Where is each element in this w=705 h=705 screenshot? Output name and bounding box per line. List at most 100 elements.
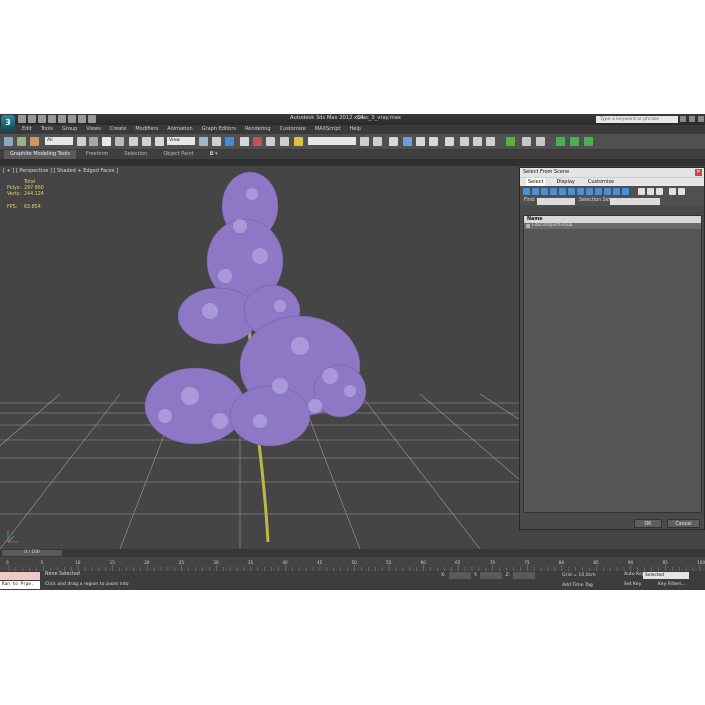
named-selection-dropdown[interactable]	[308, 137, 356, 145]
render-button[interactable]	[486, 137, 495, 146]
sort-icon[interactable]	[678, 188, 685, 195]
time-slider[interactable]: 0 / 100	[0, 549, 705, 557]
curve-editor-button[interactable]	[416, 137, 425, 146]
tab-graphite-modeling-tools[interactable]: Graphite Modeling Tools	[4, 150, 77, 159]
menu-customize[interactable]: Customize	[280, 125, 306, 134]
filter-icon[interactable]	[669, 188, 676, 195]
new-file-icon[interactable]	[18, 115, 26, 123]
display-geometry-icon[interactable]	[523, 188, 530, 195]
menu-maxscript[interactable]: MAXScript	[315, 125, 341, 134]
redo-icon[interactable]	[58, 115, 66, 123]
select-link-button[interactable]	[17, 137, 26, 146]
selection-set-dropdown[interactable]	[610, 198, 660, 205]
menu-animation[interactable]: Animation	[167, 125, 193, 134]
menu-edit[interactable]: Edit	[22, 125, 32, 134]
hold-icon[interactable]	[68, 115, 76, 123]
auto-key-mode-dropdown[interactable]: Selected	[643, 572, 689, 579]
pivot-center-button[interactable]	[199, 137, 208, 146]
rect-selection-button[interactable]	[102, 137, 111, 146]
percent-snap-button[interactable]	[266, 137, 275, 146]
maxscript-output[interactable]: Ran to Prpe.	[0, 581, 40, 589]
dialog-menu-select[interactable]: Select	[526, 178, 546, 186]
menu-modifiers[interactable]: Modifiers	[135, 125, 158, 134]
snaps-toggle-button[interactable]	[240, 137, 249, 146]
rendered-frame-button[interactable]	[473, 137, 482, 146]
y-field[interactable]	[480, 572, 503, 579]
plugin-button-2[interactable]	[536, 137, 545, 146]
dropdown-icon[interactable]	[88, 115, 96, 123]
display-lights-icon[interactable]	[541, 188, 548, 195]
select-object-button[interactable]	[77, 137, 86, 146]
display-xrefs-icon[interactable]	[586, 188, 593, 195]
maxscript-listener[interactable]	[0, 572, 40, 580]
display-spacewarps-icon[interactable]	[568, 188, 575, 195]
display-invert-icon[interactable]	[656, 188, 663, 195]
list-item[interactable]: Lilac3ObjectGroup	[524, 223, 701, 229]
display-containers-icon[interactable]	[604, 188, 611, 195]
align-button[interactable]	[373, 137, 382, 146]
angle-snap-button[interactable]	[253, 137, 262, 146]
menu-rendering[interactable]: Rendering	[245, 125, 271, 134]
plugin-button-3[interactable]	[556, 137, 565, 146]
move-button[interactable]	[129, 137, 138, 146]
display-groups-icon[interactable]	[577, 188, 584, 195]
edit-named-selection-button[interactable]	[294, 137, 303, 146]
graphite-toggle-button[interactable]	[403, 137, 412, 146]
search-input[interactable]: Type a keyword or phrase	[596, 116, 678, 123]
track-bar[interactable]: 0 5 10 15 20 25 30 35 40 45 50 55 60 65 70 75 80 85 90 95 10…	[0, 557, 705, 571]
display-none-icon[interactable]	[647, 188, 654, 195]
add-time-tag[interactable]: Add Time Tag	[562, 583, 593, 588]
auto-key-button[interactable]: Auto Key	[624, 572, 644, 577]
star-icon[interactable]	[689, 116, 695, 122]
open-file-icon[interactable]	[28, 115, 36, 123]
vray-button[interactable]	[506, 137, 515, 146]
tab-object-paint[interactable]: Object Paint	[157, 150, 199, 159]
ribbon-toggle-icon[interactable]: ◘ ▾	[204, 150, 224, 159]
dialog-title-bar[interactable]: Select From Scene ✕	[520, 168, 704, 177]
plugin-button-4[interactable]	[570, 137, 579, 146]
help-icon[interactable]	[698, 116, 704, 122]
menu-views[interactable]: Views	[86, 125, 100, 134]
display-helpers-icon[interactable]	[559, 188, 566, 195]
material-editor-button[interactable]	[445, 137, 454, 146]
mirror-button[interactable]	[360, 137, 369, 146]
plugin-button-5[interactable]	[584, 137, 593, 146]
display-cameras-icon[interactable]	[550, 188, 557, 195]
menu-create[interactable]: Create	[110, 125, 127, 134]
save-file-icon[interactable]	[38, 115, 46, 123]
app-logo-icon[interactable]: 3	[1, 115, 15, 131]
viewport-label[interactable]: [ + ] [ Perspective ] [ Shaded + Edged F…	[3, 168, 118, 174]
undo-icon[interactable]	[48, 115, 56, 123]
display-all-icon[interactable]	[638, 188, 645, 195]
plugin-button-1[interactable]	[522, 137, 531, 146]
unlink-button[interactable]	[30, 137, 39, 146]
display-shapes-icon[interactable]	[532, 188, 539, 195]
info-icon[interactable]	[680, 116, 686, 122]
cancel-button[interactable]: Cancel	[667, 519, 700, 528]
window-crossing-button[interactable]	[115, 137, 124, 146]
keyboard-shortcut-button[interactable]	[225, 137, 234, 146]
select-by-name-button[interactable]	[89, 137, 98, 146]
tab-selection[interactable]: Selection	[118, 150, 153, 159]
menu-tools[interactable]: Tools	[41, 125, 53, 134]
ok-button[interactable]: OK	[634, 519, 662, 528]
undo-button[interactable]	[4, 137, 13, 146]
tab-freeform[interactable]: Freeform	[80, 150, 114, 159]
render-setup-button[interactable]	[460, 137, 469, 146]
x-field[interactable]	[448, 572, 471, 579]
name-column-header[interactable]: Name	[524, 216, 701, 223]
display-hidden-icon[interactable]	[622, 188, 629, 195]
select-manipulate-button[interactable]	[212, 137, 221, 146]
z-field[interactable]	[513, 572, 536, 579]
find-input[interactable]	[537, 198, 575, 205]
schematic-view-button[interactable]	[429, 137, 438, 146]
spinner-snap-button[interactable]	[280, 137, 289, 146]
object-list[interactable]: Name Lilac3ObjectGroup	[523, 215, 702, 513]
layer-manager-button[interactable]	[389, 137, 398, 146]
scale-button[interactable]	[155, 137, 164, 146]
perspective-viewport[interactable]: [ + ] [ Perspective ] [ Shaded + Edged F…	[0, 166, 520, 549]
project-folder-icon[interactable]	[78, 115, 86, 123]
menu-group[interactable]: Group	[62, 125, 77, 134]
rotate-button[interactable]	[142, 137, 151, 146]
close-icon[interactable]: ✕	[695, 169, 702, 176]
